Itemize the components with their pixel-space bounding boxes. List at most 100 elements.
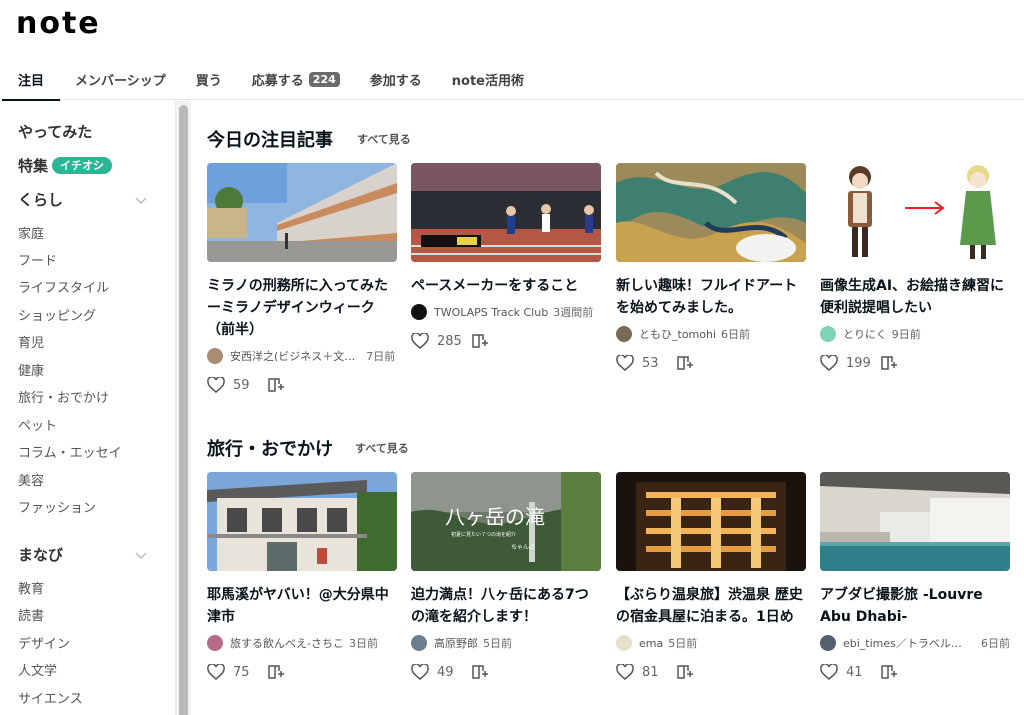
sidebar-item-label: 特集 <box>18 157 49 175</box>
section-title-featured: 今日の注目記事 <box>207 130 333 151</box>
article-title[interactable]: ミラノの刑務所に入ってみたーミラノデザインウィーク（前半） <box>207 275 397 341</box>
magazine-add-icon[interactable] <box>676 354 694 372</box>
author-avatar[interactable] <box>820 326 836 342</box>
like-count: 49 <box>437 664 454 680</box>
sidebar-item-education[interactable]: 教育 <box>18 578 44 597</box>
magazine-add-icon[interactable] <box>880 354 898 372</box>
article-title[interactable]: ペースメーカーをすること <box>411 275 601 297</box>
sidebar-item-reading[interactable]: 読書 <box>18 605 44 624</box>
article-thumbnail[interactable] <box>207 163 397 262</box>
sidebar-item-travel[interactable]: 旅行・おでかけ <box>18 387 109 406</box>
chevron-down-icon[interactable] <box>134 550 148 560</box>
author-name[interactable]: ema <box>639 637 663 650</box>
heart-icon[interactable] <box>616 355 634 371</box>
magazine-add-icon[interactable] <box>676 663 694 681</box>
author-avatar[interactable] <box>207 348 223 364</box>
see-all-link[interactable]: すべて見る <box>355 440 409 456</box>
like-count: 81 <box>642 664 659 680</box>
article-meta: 高原野郎 5日前 <box>411 634 601 652</box>
article-thumbnail[interactable] <box>207 472 397 571</box>
article-thumbnail[interactable] <box>411 163 601 262</box>
sidebar-item-humanities[interactable]: 人文学 <box>18 660 57 679</box>
sidebar-item-parenting[interactable]: 育児 <box>18 332 44 351</box>
article-thumbnail[interactable] <box>820 163 1010 262</box>
sidebar-group-manabi[interactable]: まなび <box>18 544 63 565</box>
sidebar-item-health[interactable]: 健康 <box>18 360 44 379</box>
scrollbar-thumb[interactable] <box>179 105 188 715</box>
heart-icon[interactable] <box>207 664 225 680</box>
sidebar-item-food[interactable]: フード <box>18 250 57 269</box>
sidebar-item-design[interactable]: デザイン <box>18 633 70 652</box>
logo-text: note <box>16 6 101 41</box>
author-avatar[interactable] <box>820 635 836 651</box>
tab-membership[interactable]: メンバーシップ <box>60 58 181 100</box>
author-name[interactable]: TWOLAPS Track Club <box>434 306 548 319</box>
heart-icon[interactable] <box>207 377 225 393</box>
like-count: 285 <box>437 333 462 349</box>
magazine-add-icon[interactable] <box>267 663 285 681</box>
heart-icon[interactable] <box>616 664 634 680</box>
heart-icon[interactable] <box>820 664 838 680</box>
article-card: 耶馬溪がヤバい！@大分県中津市 旅する飲んべえ-さちこ 3日前 75 <box>207 472 397 682</box>
see-all-link[interactable]: すべて見る <box>357 131 411 147</box>
heart-icon[interactable] <box>411 664 429 680</box>
author-name[interactable]: ebi_times／トラベルフ… <box>843 635 970 651</box>
sidebar-scrollbar[interactable] <box>175 101 191 715</box>
article-title[interactable]: 新しい趣味！フルイドアートを始めてみました。 <box>616 275 806 319</box>
article-meta: ema 5日前 <box>616 634 806 652</box>
sidebar-item-lifestyle[interactable]: ライフスタイル <box>18 277 109 296</box>
author-name[interactable]: ともひ_tomohi <box>639 326 716 342</box>
sidebar-item-yattemita[interactable]: やってみた <box>18 121 92 142</box>
article-thumbnail[interactable] <box>820 472 1010 571</box>
tab-label: メンバーシップ <box>75 73 166 89</box>
chevron-down-icon[interactable] <box>134 195 148 205</box>
sidebar-item-home[interactable]: 家庭 <box>18 223 44 242</box>
note-logo[interactable]: note <box>16 6 101 41</box>
article-card: ペースメーカーをすること TWOLAPS Track Club 3週間前 285 <box>411 163 601 351</box>
author-avatar[interactable] <box>616 635 632 651</box>
article-thumbnail[interactable]: 八ヶ岳の滝 初夏に見たい７つの滝を紹介 ちゃんさ <box>411 472 601 571</box>
article-meta: ebi_times／トラベルフ… 6日前 <box>820 634 1010 652</box>
tab-note-tips[interactable]: note活用術 <box>437 58 539 100</box>
sidebar-group-kurashi[interactable]: くらし <box>18 189 63 210</box>
tab-featured[interactable]: 注目 <box>0 58 61 101</box>
sidebar-item-pet[interactable]: ペット <box>18 415 57 434</box>
tab-join[interactable]: 参加する <box>355 58 437 100</box>
article-actions: 75 <box>207 662 397 682</box>
tab-apply[interactable]: 応募する 224 <box>237 58 355 100</box>
author-avatar[interactable] <box>616 326 632 342</box>
magazine-add-icon[interactable] <box>471 332 489 350</box>
author-name[interactable]: 高原野郎 <box>434 635 478 651</box>
article-thumbnail[interactable] <box>616 472 806 571</box>
article-actions: 285 <box>411 331 601 351</box>
sidebar-item-science[interactable]: サイエンス <box>18 688 83 707</box>
tab-buy[interactable]: 買う <box>181 58 237 100</box>
heart-icon[interactable] <box>820 355 838 371</box>
sidebar-item-beauty[interactable]: 美容 <box>18 470 44 489</box>
article-title[interactable]: アブダビ撮影旅 -Louvre Abu Dhabi- <box>820 584 1010 628</box>
magazine-add-icon[interactable] <box>267 376 285 394</box>
article-title[interactable]: 耶馬溪がヤバい！@大分県中津市 <box>207 584 397 628</box>
thumb-subtitle-text: 初夏に見たい７つの滝を紹介 <box>451 531 516 538</box>
heart-icon[interactable] <box>411 333 429 349</box>
article-title[interactable]: 【ぶらり温泉旅】渋温泉 歴史の宿金具屋に泊まる。1日め <box>616 584 806 628</box>
magazine-add-icon[interactable] <box>471 663 489 681</box>
author-name[interactable]: 旅する飲んべえ-さちこ <box>230 635 344 651</box>
sidebar-item-feature[interactable]: 特集 イチオシ <box>18 155 113 176</box>
feature-badge: イチオシ <box>52 157 113 174</box>
article-title[interactable]: 迫力満点！八ヶ岳にある7つの滝を紹介します！ <box>411 584 601 628</box>
author-avatar[interactable] <box>411 304 427 320</box>
sidebar-item-shopping[interactable]: ショッピング <box>18 305 96 324</box>
article-meta: とりにく 9日前 <box>820 325 1010 343</box>
article-title[interactable]: 画像生成AI、お絵描き練習に便利説提唱したい <box>820 275 1010 319</box>
author-avatar[interactable] <box>207 635 223 651</box>
post-date: 5日前 <box>483 637 512 650</box>
sidebar-item-essay[interactable]: コラム・エッセイ <box>18 442 122 461</box>
author-name[interactable]: 安西洋之(ビジネス＋文… <box>230 348 355 364</box>
article-thumbnail[interactable] <box>616 163 806 262</box>
article-meta: TWOLAPS Track Club 3週間前 <box>411 303 601 321</box>
author-avatar[interactable] <box>411 635 427 651</box>
magazine-add-icon[interactable] <box>880 663 898 681</box>
author-name[interactable]: とりにく <box>843 326 887 342</box>
sidebar-item-fashion[interactable]: ファッション <box>18 497 96 516</box>
